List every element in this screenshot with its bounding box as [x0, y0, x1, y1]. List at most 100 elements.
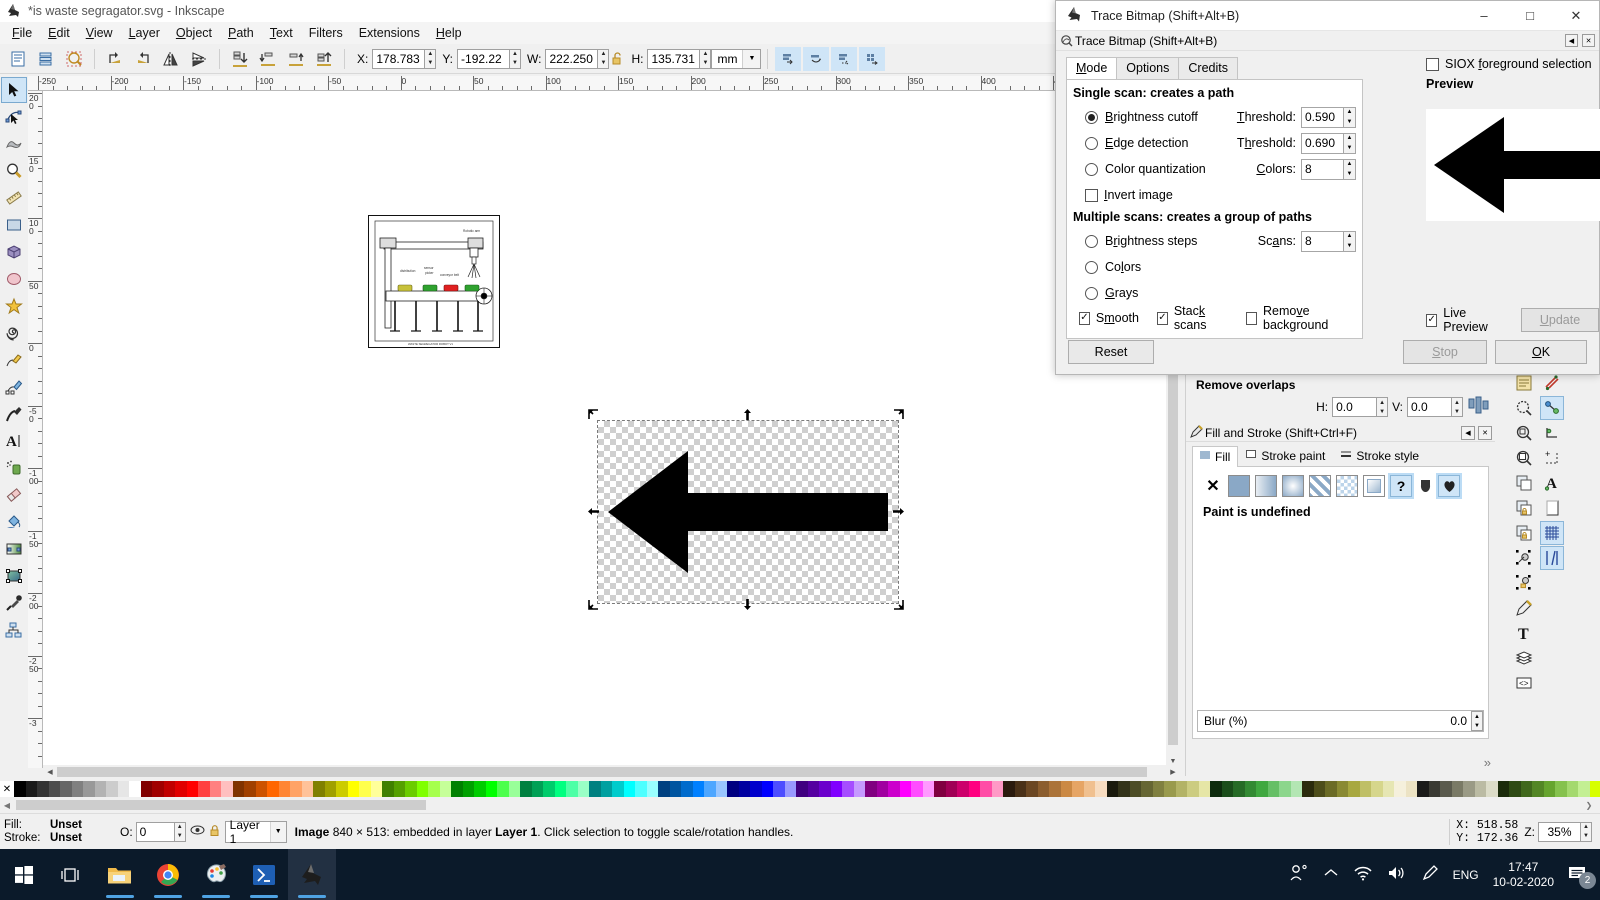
inkscape-button[interactable] — [288, 849, 336, 900]
rotate-90-cw-icon[interactable] — [130, 46, 156, 72]
palette-swatch[interactable] — [106, 781, 118, 797]
y-input[interactable] — [457, 48, 510, 69]
start-button[interactable] — [0, 849, 48, 900]
layer-chevron-down-icon[interactable]: ▼ — [269, 821, 286, 842]
palette-swatch[interactable] — [267, 781, 279, 797]
palette-swatch[interactable] — [405, 781, 417, 797]
palette-swatch[interactable] — [1463, 781, 1475, 797]
checkbox-invert-image[interactable] — [1085, 188, 1098, 202]
palette-swatch[interactable] — [876, 781, 888, 797]
radio-grays[interactable] — [1085, 286, 1098, 300]
palette-swatch[interactable] — [94, 781, 106, 797]
minimize-button[interactable]: – — [1461, 1, 1507, 31]
chrome-button[interactable] — [144, 849, 192, 900]
palette-swatch[interactable] — [623, 781, 635, 797]
snap-text-baseline-icon[interactable]: A — [1540, 471, 1564, 495]
palette-swatch[interactable] — [198, 781, 210, 797]
snap-bbox-edge-icon[interactable] — [1512, 396, 1536, 420]
palette-swatch[interactable] — [681, 781, 693, 797]
overlap-v-stepper[interactable]: ▲▼ — [1407, 397, 1463, 417]
palette-swatch[interactable] — [1037, 781, 1049, 797]
palette-scroll-right-icon[interactable]: ❯ — [1582, 798, 1596, 812]
scans-arrows[interactable]: ▲ ▼ — [1343, 230, 1356, 252]
fill-rule-evenodd-icon[interactable] — [1436, 473, 1462, 499]
layer-lock-icon[interactable] — [209, 823, 221, 840]
option-edge-detection[interactable]: Edge detection Threshold: ▲▼ — [1073, 130, 1356, 156]
selection-handle-nw[interactable] — [588, 409, 598, 419]
palette-swatch[interactable] — [1106, 781, 1118, 797]
palette-swatch[interactable] — [1325, 781, 1337, 797]
palette-swatch[interactable] — [1129, 781, 1141, 797]
palette-swatch[interactable] — [911, 781, 923, 797]
snap-nodes-icon[interactable] — [1512, 446, 1536, 470]
palette-swatch[interactable] — [497, 781, 509, 797]
pencil-tool[interactable] — [1, 347, 27, 373]
scroll-down-icon[interactable]: ▼ — [1166, 754, 1180, 768]
tab-credits[interactable]: Credits — [1178, 57, 1238, 79]
palette-swatch[interactable] — [48, 781, 60, 797]
tab-mode[interactable]: Mode — [1066, 57, 1118, 79]
w-spin-arrows[interactable]: ▲ ▼ — [597, 48, 610, 69]
palette-swatch[interactable] — [773, 781, 785, 797]
gradient-tool[interactable] — [1, 536, 27, 562]
trace-collapse-icon[interactable]: ◀ — [1565, 34, 1578, 47]
close-panel-icon[interactable]: ✕ — [1478, 425, 1492, 440]
palette-swatch[interactable] — [60, 781, 72, 797]
selection-handle-w[interactable] — [588, 506, 599, 515]
palette-swatch[interactable] — [1060, 781, 1072, 797]
snap-bbox-corner-icon[interactable] — [1512, 421, 1536, 445]
blur-value[interactable]: 0.0 — [1450, 714, 1471, 728]
palette-swatch[interactable] — [393, 781, 405, 797]
palette-swatch[interactable] — [1290, 781, 1302, 797]
measure-tool[interactable] — [1, 185, 27, 211]
x-input[interactable] — [372, 48, 425, 69]
palette-swatch[interactable] — [543, 781, 555, 797]
snap-grid-lines-icon[interactable] — [1540, 521, 1564, 545]
snap-intersection-icon[interactable]: + — [1540, 446, 1564, 470]
radio-colors[interactable] — [1085, 260, 1098, 274]
palette-swatch[interactable] — [324, 781, 336, 797]
palette-swatch[interactable] — [1083, 781, 1095, 797]
snap-page-border-icon[interactable] — [1540, 496, 1564, 520]
overlap-v-input[interactable] — [1407, 397, 1451, 417]
radial-gradient-icon[interactable] — [1282, 475, 1304, 497]
palette-swatch[interactable] — [1371, 781, 1383, 797]
palette-swatch[interactable] — [186, 781, 198, 797]
visibility-icon[interactable] — [190, 823, 205, 840]
palette-swatch[interactable] — [313, 781, 325, 797]
palette-swatch[interactable] — [1233, 781, 1245, 797]
dropper-tool[interactable] — [1, 590, 27, 616]
palette-swatch[interactable] — [163, 781, 175, 797]
palette-swatch[interactable] — [842, 781, 854, 797]
palette-swatch[interactable] — [474, 781, 486, 797]
x-stepper[interactable]: ▲▼ — [372, 48, 437, 69]
text-tool[interactable]: A — [1, 428, 27, 454]
palette-scroll-left-icon[interactable]: ◀ — [0, 798, 14, 812]
palette-swatch[interactable] — [922, 781, 934, 797]
overlap-h-stepper[interactable]: ▲▼ — [1332, 397, 1389, 417]
pen-icon[interactable] — [1421, 864, 1439, 885]
group-enter-icon[interactable] — [831, 46, 858, 71]
palette-swatch[interactable] — [175, 781, 187, 797]
people-icon[interactable] — [1289, 864, 1309, 885]
palette-swatch[interactable] — [957, 781, 969, 797]
flip-vertical-icon[interactable] — [186, 46, 212, 72]
objects-icon[interactable] — [61, 46, 87, 72]
selection-handle-n[interactable] — [742, 409, 751, 420]
bezier-pen-tool[interactable] — [1, 374, 27, 400]
palette-swatch[interactable] — [1313, 781, 1325, 797]
snap-xml-editor-icon[interactable]: <> — [1512, 671, 1536, 695]
palette-swatch[interactable] — [658, 781, 670, 797]
palette-swatch[interactable] — [1244, 781, 1256, 797]
zoom-tool[interactable] — [1, 158, 27, 184]
checkbox-stack-scans[interactable]: ✓ — [1156, 311, 1168, 325]
palette-swatch[interactable] — [520, 781, 532, 797]
palette-swatch[interactable] — [1014, 781, 1026, 797]
radio-edge-detection[interactable] — [1085, 136, 1098, 150]
group-icon[interactable] — [775, 46, 802, 71]
canvas[interactable]: Robotic arm distribution sensor picker c… — [43, 91, 1180, 768]
palette-swatch[interactable] — [336, 781, 348, 797]
tab-options[interactable]: Options — [1116, 57, 1180, 79]
checkbox-smooth[interactable]: ✓ — [1079, 311, 1090, 325]
reset-button[interactable]: Reset — [1068, 340, 1154, 364]
